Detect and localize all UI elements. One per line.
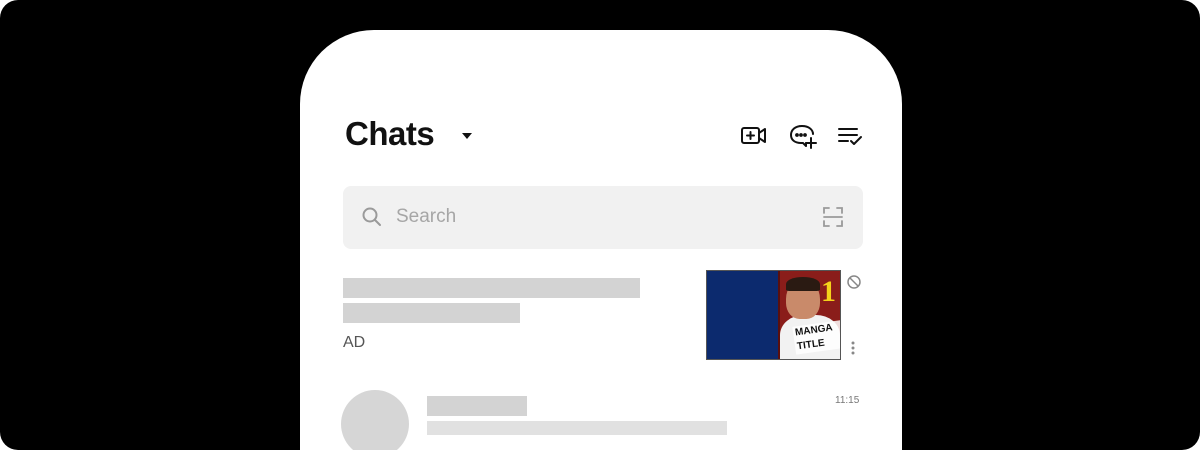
chat-preview-placeholder — [427, 421, 727, 435]
page-title: Chats — [345, 115, 435, 152]
more-options-icon[interactable] — [848, 338, 858, 358]
video-call-plus-icon[interactable] — [740, 122, 768, 150]
ad-cover-image: 1 MANGA TITLE — [778, 271, 840, 359]
phone-screen: Chats Search AD 1 MANGA TITLE 11:15 — [300, 30, 902, 450]
caret-down-icon[interactable] — [462, 133, 472, 139]
chat-time: 11:15 — [835, 395, 860, 406]
ad-number: 1 — [821, 275, 836, 308]
ad-banner[interactable]: 1 MANGA TITLE — [706, 270, 841, 360]
ad-subtitle-placeholder — [343, 303, 520, 323]
search-placeholder: Search — [396, 206, 457, 227]
new-chat-icon[interactable] — [789, 122, 817, 150]
edit-list-icon[interactable] — [836, 122, 864, 150]
scan-icon[interactable] — [821, 205, 845, 229]
ad-label: AD — [343, 334, 366, 351]
ad-figure-hair — [786, 277, 820, 291]
search-input[interactable]: Search — [343, 186, 863, 249]
avatar[interactable] — [341, 390, 409, 450]
chat-name-placeholder — [427, 396, 527, 416]
device-frame: Chats Search AD 1 MANGA TITLE 11:15 — [0, 0, 1200, 450]
search-icon — [361, 206, 383, 228]
block-icon[interactable] — [846, 274, 862, 290]
ad-title-placeholder — [343, 278, 640, 298]
